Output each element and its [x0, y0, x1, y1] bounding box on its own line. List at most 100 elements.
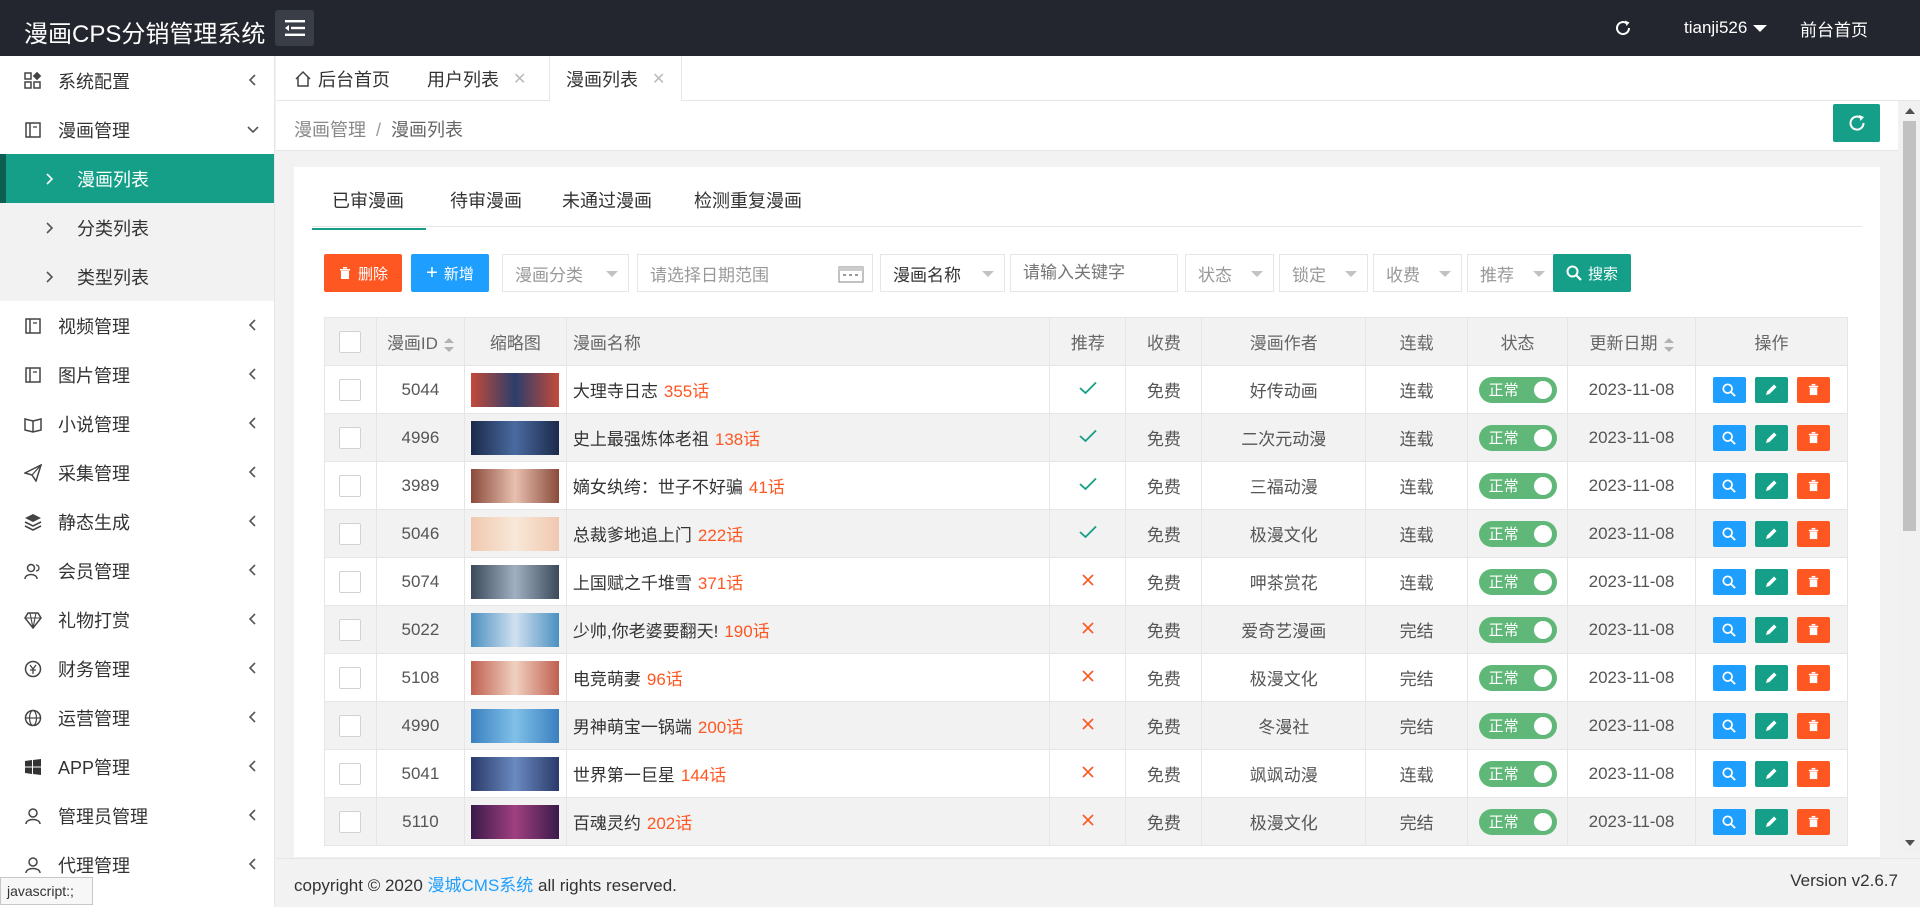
search-button[interactable]: 搜索: [1553, 254, 1631, 292]
comic-thumbnail[interactable]: [471, 516, 560, 551]
delete-row-button[interactable]: [1796, 616, 1830, 643]
row-checkbox[interactable]: [339, 618, 362, 641]
col-header-id[interactable]: 漫画ID: [375, 317, 465, 366]
status-toggle[interactable]: 正常: [1478, 760, 1557, 787]
comic-thumbnail[interactable]: [471, 468, 560, 503]
status-toggle[interactable]: 正常: [1478, 808, 1557, 835]
fee-select[interactable]: 收费: [1373, 254, 1462, 292]
delete-row-button[interactable]: [1796, 760, 1830, 787]
sidebar-item-collect-manage[interactable]: 采集管理: [0, 448, 274, 497]
edit-button[interactable]: [1754, 568, 1788, 595]
row-checkbox[interactable]: [339, 426, 362, 449]
scroll-down-icon[interactable]: [1905, 840, 1915, 846]
sidebar-item-image-manage[interactable]: 图片管理: [0, 350, 274, 399]
edit-button[interactable]: [1754, 472, 1788, 499]
status-toggle[interactable]: 正常: [1478, 568, 1557, 595]
status-toggle[interactable]: 正常: [1478, 712, 1557, 739]
select-all-checkbox[interactable]: [339, 330, 362, 353]
row-checkbox[interactable]: [339, 714, 362, 737]
category-select[interactable]: 漫画分类: [502, 254, 629, 292]
sidebar-item-operation-manage[interactable]: 运营管理: [0, 693, 274, 742]
col-header-date[interactable]: 更新日期: [1567, 317, 1696, 366]
sidebar-item-video-manage[interactable]: 视频管理: [0, 301, 274, 350]
view-button[interactable]: [1712, 424, 1746, 451]
sidebar-item-system-config[interactable]: 系统配置: [0, 56, 274, 105]
page-refresh-button[interactable]: [1833, 104, 1880, 142]
delete-row-button[interactable]: [1796, 376, 1830, 403]
edit-button[interactable]: [1754, 616, 1788, 643]
delete-row-button[interactable]: [1796, 664, 1830, 691]
view-button[interactable]: [1712, 376, 1746, 403]
delete-row-button[interactable]: [1796, 712, 1830, 739]
sort-icon[interactable]: [443, 337, 454, 352]
sidebar-item-static-generate[interactable]: 静态生成: [0, 497, 274, 546]
edit-button[interactable]: [1754, 712, 1788, 739]
lock-select[interactable]: 锁定: [1279, 254, 1368, 292]
delete-row-button[interactable]: [1796, 568, 1830, 595]
delete-row-button[interactable]: [1796, 808, 1830, 835]
sidebar-item-app-manage[interactable]: APP管理: [0, 742, 274, 791]
status-toggle[interactable]: 正常: [1478, 376, 1557, 403]
tab-comic-list[interactable]: 漫画列表 ✕: [549, 56, 683, 102]
scroll-up-icon[interactable]: [1905, 108, 1915, 114]
status-toggle[interactable]: 正常: [1478, 472, 1557, 499]
row-checkbox[interactable]: [339, 810, 362, 833]
comic-thumbnail[interactable]: [471, 708, 560, 743]
tab-approved[interactable]: 已审漫画: [312, 187, 426, 230]
sidebar-item-gift-reward[interactable]: 礼物打赏: [0, 595, 274, 644]
view-button[interactable]: [1712, 760, 1746, 787]
comic-thumbnail[interactable]: [471, 660, 560, 695]
user-menu[interactable]: tianji526: [1684, 0, 1768, 56]
comic-thumbnail[interactable]: [471, 420, 560, 455]
keyword-input-box[interactable]: [1023, 263, 1177, 283]
delete-row-button[interactable]: [1796, 520, 1830, 547]
front-home-link[interactable]: 前台首页: [1800, 0, 1868, 56]
delete-button[interactable]: 删除: [324, 254, 402, 292]
comic-thumbnail[interactable]: [471, 804, 560, 839]
comic-thumbnail[interactable]: [471, 756, 560, 791]
header-refresh-button[interactable]: [1614, 0, 1632, 56]
comic-thumbnail[interactable]: [471, 372, 560, 407]
search-field-select[interactable]: 漫画名称: [880, 254, 1005, 292]
edit-button[interactable]: [1754, 664, 1788, 691]
sidebar-item-novel-manage[interactable]: 小说管理: [0, 399, 274, 448]
edit-button[interactable]: [1754, 376, 1788, 403]
sidebar-subitem-comic-list[interactable]: 漫画列表: [0, 154, 274, 203]
comic-thumbnail[interactable]: [471, 564, 560, 599]
edit-button[interactable]: [1754, 808, 1788, 835]
edit-button[interactable]: [1754, 424, 1788, 451]
date-range-input[interactable]: 请选择日期范围: [637, 254, 873, 292]
sort-icon[interactable]: [1663, 337, 1674, 352]
edit-button[interactable]: [1754, 520, 1788, 547]
status-toggle[interactable]: 正常: [1478, 520, 1557, 547]
status-toggle[interactable]: 正常: [1478, 424, 1557, 451]
sidebar-item-finance-manage[interactable]: 财务管理: [0, 644, 274, 693]
tab-admin-home[interactable]: 后台首页: [294, 56, 390, 101]
status-toggle[interactable]: 正常: [1478, 616, 1557, 643]
tab-pending[interactable]: 待审漫画: [450, 187, 522, 213]
view-button[interactable]: [1712, 712, 1746, 739]
tab-rejected[interactable]: 未通过漫画: [562, 187, 652, 213]
view-button[interactable]: [1712, 808, 1746, 835]
view-button[interactable]: [1712, 664, 1746, 691]
page-scrollbar[interactable]: [1899, 101, 1920, 853]
scrollbar-thumb[interactable]: [1903, 121, 1916, 531]
sidebar-item-comic-manage[interactable]: 漫画管理: [0, 105, 274, 154]
row-checkbox[interactable]: [339, 762, 362, 785]
tab-user-list[interactable]: 用户列表 ✕: [427, 56, 526, 101]
keyword-input[interactable]: [1010, 254, 1178, 292]
brand-link[interactable]: 漫城CMS系统: [428, 876, 534, 895]
sidebar-subitem-category-list[interactable]: 分类列表: [0, 203, 274, 252]
status-toggle[interactable]: 正常: [1478, 664, 1557, 691]
row-checkbox[interactable]: [339, 378, 362, 401]
tab-duplicate-check[interactable]: 检测重复漫画: [694, 187, 802, 213]
row-checkbox[interactable]: [339, 570, 362, 593]
row-checkbox[interactable]: [339, 666, 362, 689]
row-checkbox[interactable]: [339, 522, 362, 545]
delete-row-button[interactable]: [1796, 424, 1830, 451]
row-checkbox[interactable]: [339, 474, 362, 497]
view-button[interactable]: [1712, 520, 1746, 547]
sidebar-subitem-type-list[interactable]: 类型列表: [0, 252, 274, 301]
sidebar-item-admin-manage[interactable]: 管理员管理: [0, 791, 274, 840]
view-button[interactable]: [1712, 472, 1746, 499]
